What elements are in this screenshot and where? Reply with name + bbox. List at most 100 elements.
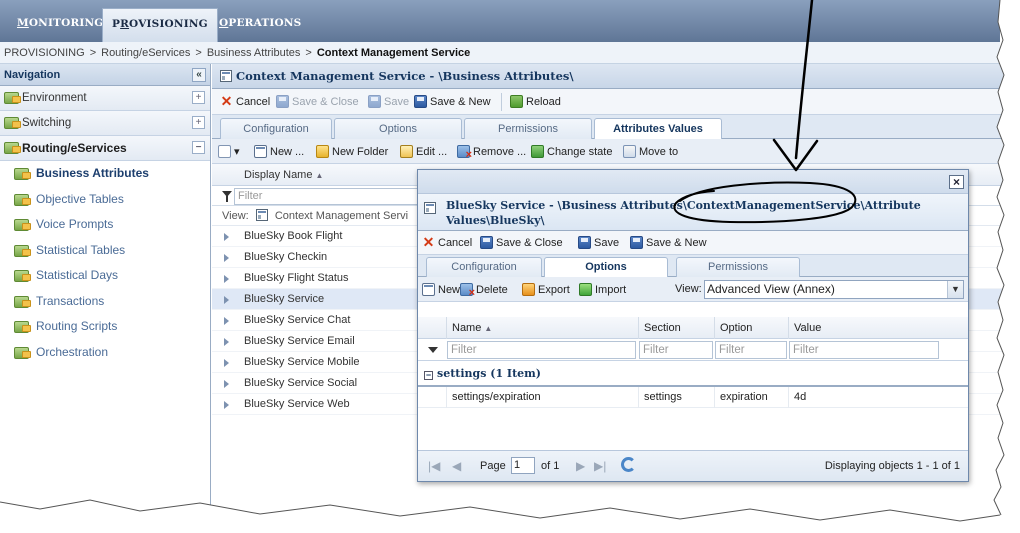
dialog-toolbar: ✕ Cancel Save & Close Save Save & New <box>418 231 968 255</box>
delete-icon <box>460 283 475 298</box>
reload-button[interactable]: Reload <box>510 94 561 110</box>
cell-name: settings/expiration <box>446 387 638 408</box>
save-button[interactable]: Save <box>368 94 409 110</box>
filter-option-input[interactable]: Filter <box>715 341 787 359</box>
expand-arrow-icon[interactable] <box>224 296 229 304</box>
dialog-cancel-button[interactable]: ✕ Cancel <box>422 235 473 251</box>
edit-button[interactable]: Edit ... <box>400 144 447 160</box>
filter-value-input[interactable]: Filter <box>789 341 939 359</box>
tab-configuration[interactable]: Configuration <box>220 118 332 139</box>
tab-options[interactable]: Options <box>334 118 462 139</box>
breadcrumb-item[interactable]: PROVISIONING <box>4 47 85 59</box>
folder-icon <box>4 117 21 129</box>
breadcrumb-item[interactable]: Routing/eServices <box>101 47 190 59</box>
column-header-value[interactable]: Value <box>788 317 940 339</box>
column-header-option[interactable]: Option <box>714 317 788 339</box>
folder-icon <box>14 193 31 206</box>
up-button[interactable]: ▾ <box>218 144 240 160</box>
expand-arrow-icon[interactable] <box>224 401 229 409</box>
filter-icon <box>222 191 232 202</box>
tab-attributes-values[interactable]: Attributes Values <box>594 118 722 140</box>
view-value[interactable]: Context Management Servi <box>275 210 408 222</box>
nav-item-statistical-tables[interactable]: Statistical Tables <box>0 238 210 264</box>
page-count: of 1 <box>541 460 560 472</box>
folder-icon <box>4 92 21 104</box>
options-dialog: × BlueSky Service - \Business Attributes… <box>417 169 969 482</box>
expand-arrow-icon[interactable] <box>224 233 229 241</box>
nav-item-transactions[interactable]: Transactions <box>0 289 210 315</box>
tab-permissions[interactable]: Permissions <box>464 118 592 139</box>
group-row[interactable]: − settings (1 Item) <box>418 361 968 387</box>
page-input[interactable]: 1 <box>511 457 535 474</box>
breadcrumb-item[interactable]: Business Attributes <box>207 47 301 59</box>
close-icon[interactable]: × <box>949 175 964 189</box>
sort-ascending-icon: ▲ <box>315 171 324 180</box>
chevron-down-icon[interactable]: ▼ <box>947 281 963 298</box>
nav-group-environment[interactable]: Environment + <box>0 86 210 111</box>
view-select[interactable]: Advanced View (Annex) ▼ <box>704 280 964 299</box>
change-state-button[interactable]: Change state <box>531 144 612 160</box>
expand-arrow-icon[interactable] <box>224 338 229 346</box>
collapse-icon[interactable]: − <box>192 141 205 154</box>
tab-provisioning[interactable]: PROVISIONING <box>102 8 218 42</box>
nav-item-routing-scripts[interactable]: Routing Scripts <box>0 314 210 340</box>
delete-button[interactable]: Delete <box>460 282 508 298</box>
filter-input[interactable]: Filter <box>234 188 424 205</box>
collapse-icon[interactable]: − <box>424 371 433 380</box>
expand-arrow-icon[interactable] <box>224 380 229 388</box>
nav-item-business-attributes[interactable]: Business Attributes <box>0 161 210 187</box>
save-new-button[interactable]: Save & New <box>414 94 491 110</box>
folder-icon <box>14 346 31 359</box>
nav-item-objective-tables[interactable]: Objective Tables <box>0 187 210 213</box>
filter-section-input[interactable]: Filter <box>639 341 713 359</box>
new-button[interactable]: New ... <box>254 144 304 160</box>
tab-operations[interactable]: OPERATIONS <box>210 8 310 42</box>
tab-monitoring[interactable]: MONITORING <box>8 8 112 42</box>
cell-option: expiration <box>714 387 788 408</box>
next-page-icon[interactable]: ▶ <box>576 460 585 472</box>
expand-arrow-icon[interactable] <box>224 254 229 262</box>
filter-name-input[interactable]: Filter <box>447 341 636 359</box>
dialog-tab-options[interactable]: Options <box>544 257 668 278</box>
dialog-titlebar[interactable]: × <box>418 170 968 194</box>
nav-group-switching[interactable]: Switching + <box>0 111 210 136</box>
cell-section: settings <box>638 387 714 408</box>
last-page-icon[interactable]: ▶| <box>594 460 606 472</box>
dialog-grid-toolbar: New Delete Export Import View: Advanced … <box>418 277 968 302</box>
save-icon <box>368 95 381 108</box>
save-close-button[interactable]: Save & Close <box>276 94 359 110</box>
folder-up-icon <box>218 145 231 158</box>
navigation-panel: Navigation « Environment + Switching + R… <box>0 64 211 533</box>
remove-button[interactable]: Remove ... <box>457 144 526 160</box>
first-page-icon[interactable]: |◀ <box>428 460 440 472</box>
dialog-save-new-button[interactable]: Save & New <box>630 235 707 251</box>
dialog-save-close-button[interactable]: Save & Close <box>480 235 563 251</box>
move-to-button[interactable]: Move to <box>623 144 678 160</box>
expand-arrow-icon[interactable] <box>224 275 229 283</box>
export-button[interactable]: Export <box>522 282 570 298</box>
dialog-tab-permissions[interactable]: Permissions <box>676 257 800 277</box>
expand-arrow-icon[interactable] <box>224 317 229 325</box>
column-header-section[interactable]: Section <box>638 317 714 339</box>
save-icon <box>630 236 643 249</box>
nav-item-statistical-days[interactable]: Statistical Days <box>0 263 210 289</box>
dialog-title: BlueSky Service - \Business Attributes\C… <box>418 194 968 231</box>
expand-arrow-icon[interactable] <box>224 359 229 367</box>
nav-item-orchestration[interactable]: Orchestration <box>0 340 210 366</box>
collapse-icon[interactable]: « <box>192 68 206 82</box>
dialog-tab-configuration[interactable]: Configuration <box>426 257 542 277</box>
new-folder-button[interactable]: New Folder <box>316 144 388 160</box>
expand-icon[interactable]: + <box>192 116 205 129</box>
import-button[interactable]: Import <box>579 282 626 298</box>
column-header-name[interactable]: Name ▲ <box>446 317 638 339</box>
dialog-save-button[interactable]: Save <box>578 235 619 251</box>
nav-item-voice-prompts[interactable]: Voice Prompts <box>0 212 210 238</box>
highlighted-object-name: ContextManagementService <box>686 199 861 212</box>
previous-page-icon[interactable]: ◀ <box>452 460 461 472</box>
refresh-icon[interactable] <box>621 457 636 472</box>
dialog-new-button[interactable]: New <box>422 282 460 298</box>
nav-group-routing-eservices[interactable]: Routing/eServices − <box>0 136 210 161</box>
expand-icon[interactable]: + <box>192 91 205 104</box>
cancel-button[interactable]: ✕ Cancel <box>220 94 271 110</box>
table-row[interactable]: settings/expiration settings expiration … <box>418 387 968 408</box>
